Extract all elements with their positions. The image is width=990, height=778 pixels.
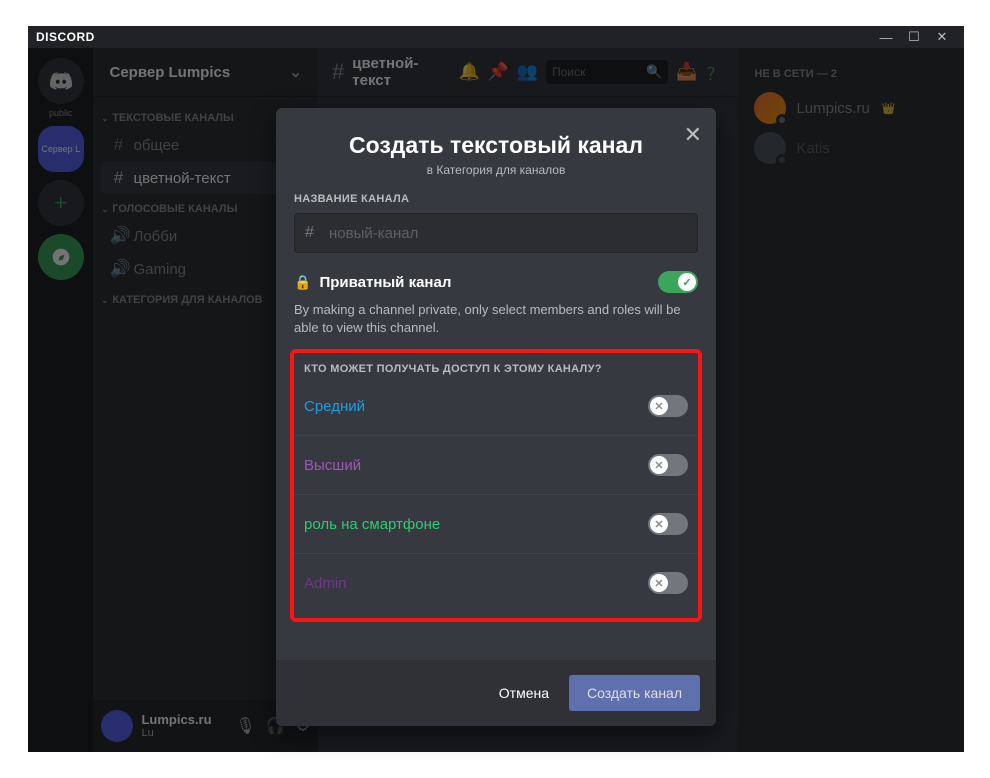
channel-name-input-wrapper: # [294, 213, 698, 253]
role-name: роль на смартфоне [304, 516, 440, 533]
lock-icon: 🔒 [294, 274, 311, 291]
role-row: Admin ✕ [294, 553, 698, 612]
role-row: роль на смартфоне ✕ [294, 494, 698, 553]
access-highlight: КТО МОЖЕТ ПОЛУЧАТЬ ДОСТУП К ЭТОМУ КАНАЛУ… [290, 349, 702, 622]
modal-subtitle: в Категория для каналов [296, 163, 696, 177]
role-name: Admin [304, 575, 347, 592]
hash-lock-icon: # [305, 224, 323, 242]
maximize-button[interactable]: ☐ [900, 29, 928, 45]
role-name: Высший [304, 457, 361, 474]
x-icon: ✕ [650, 456, 668, 474]
x-icon: ✕ [650, 515, 668, 533]
x-icon: ✕ [650, 397, 668, 415]
close-window-button[interactable]: ✕ [928, 29, 956, 45]
minimize-button[interactable]: — [872, 30, 900, 45]
cancel-button[interactable]: Отмена [483, 675, 565, 711]
modal-title: Создать текстовый канал [296, 132, 696, 159]
role-toggle[interactable]: ✕ [648, 572, 688, 594]
role-row: Средний ✕ [294, 381, 698, 435]
private-toggle[interactable]: ✓ [658, 271, 698, 293]
modal-footer: Отмена Создать канал [276, 660, 716, 726]
role-row: Высший ✕ [294, 435, 698, 494]
x-icon: ✕ [650, 574, 668, 592]
title-bar: DISCORD — ☐ ✕ [28, 26, 964, 48]
create-channel-modal: ✕ Создать текстовый канал в Категория дл… [276, 108, 716, 726]
channel-name-label: НАЗВАНИЕ КАНАЛА [294, 193, 698, 205]
role-toggle[interactable]: ✕ [648, 513, 688, 535]
app-name: DISCORD [36, 30, 872, 44]
role-toggle[interactable]: ✕ [648, 395, 688, 417]
private-description: By making a channel private, only select… [294, 301, 698, 337]
private-channel-row: 🔒 Приватный канал ✓ [294, 271, 698, 293]
close-modal-button[interactable]: ✕ [684, 122, 702, 148]
check-icon: ✓ [678, 273, 696, 291]
role-toggle[interactable]: ✕ [648, 454, 688, 476]
create-button[interactable]: Создать канал [569, 675, 700, 711]
private-label: Приватный канал [319, 274, 451, 291]
access-label: КТО МОЖЕТ ПОЛУЧАТЬ ДОСТУП К ЭТОМУ КАНАЛУ… [294, 363, 698, 381]
role-name: Средний [304, 398, 365, 415]
channel-name-input[interactable] [329, 225, 687, 242]
